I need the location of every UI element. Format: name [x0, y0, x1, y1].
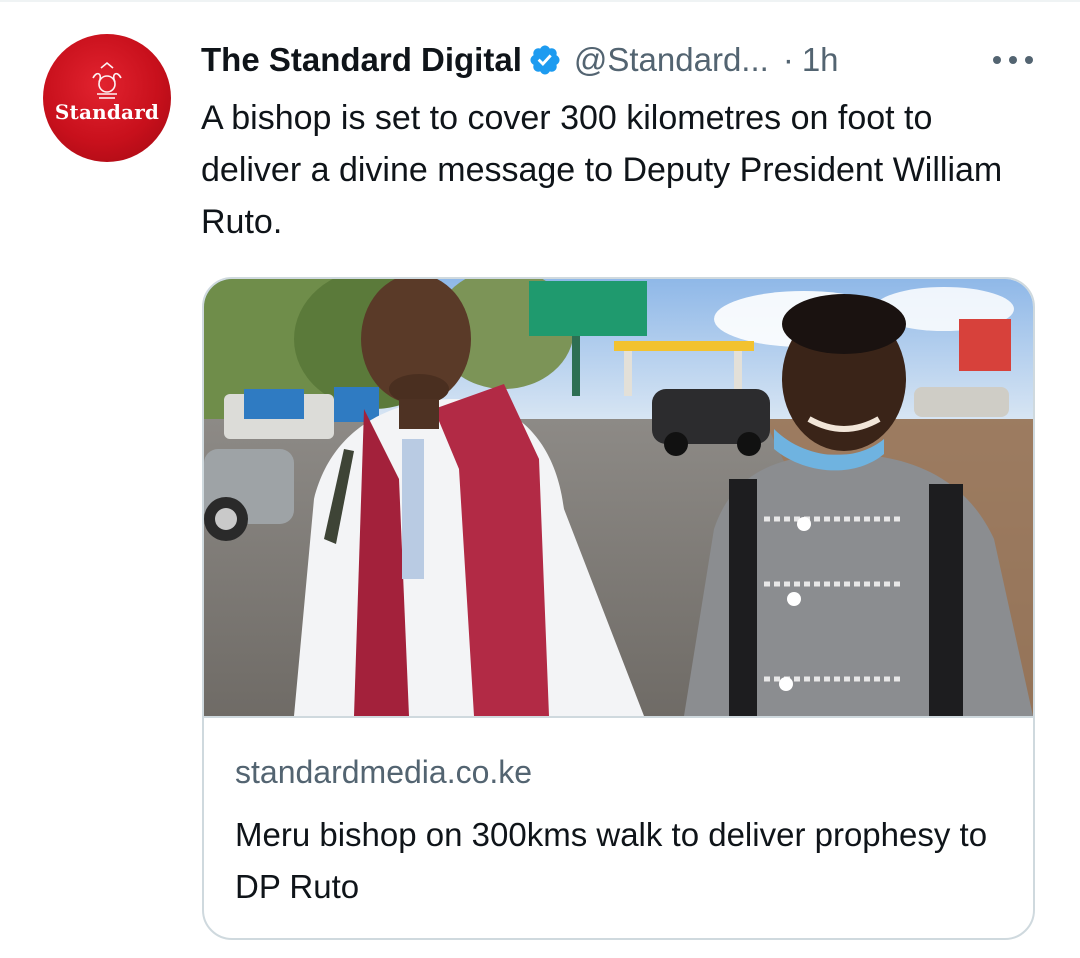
card-title[interactable]: Meru bishop on 300kms walk to deliver pr…	[235, 809, 995, 913]
author-display-name[interactable]: The Standard Digital	[201, 41, 522, 79]
card-divider	[204, 716, 1033, 718]
verified-badge-icon	[530, 45, 560, 75]
link-preview-card[interactable]: standardmedia.co.ke Meru bishop on 300km…	[202, 277, 1035, 940]
top-divider	[0, 0, 1080, 2]
header-separator: ·	[782, 41, 794, 78]
avatar-logo-text: Standard	[54, 100, 160, 124]
tweet-text: A bishop is set to cover 300 kilometres …	[201, 99, 1003, 241]
card-domain[interactable]: standardmedia.co.ke	[235, 754, 532, 791]
tweet-timestamp[interactable]: 1h	[802, 41, 839, 79]
author-avatar[interactable]: Standard	[43, 34, 171, 162]
article-photo[interactable]	[204, 279, 1033, 716]
tweet-header: The Standard Digital @Standard... · 1h	[201, 38, 839, 82]
crest-logo-icon	[92, 61, 122, 99]
author-handle[interactable]: @Standard...	[574, 41, 769, 79]
more-horizontal-icon[interactable]	[990, 50, 1036, 70]
